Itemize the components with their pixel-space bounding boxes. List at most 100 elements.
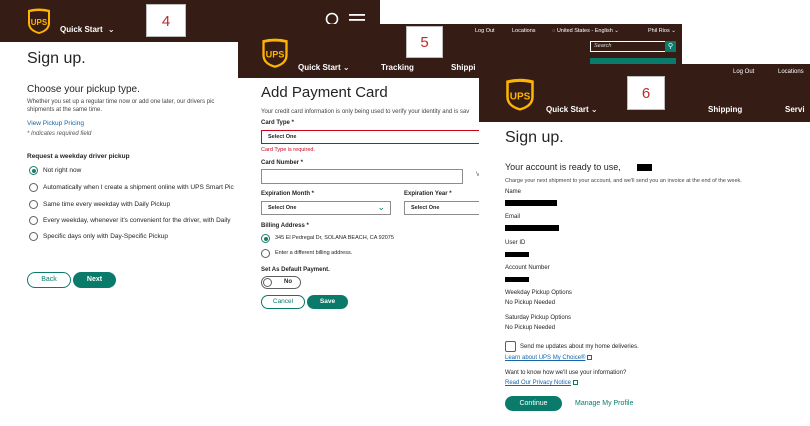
nav-label: Quick Start xyxy=(546,105,589,114)
step-number-4: 4 xyxy=(146,4,186,37)
log-out-link[interactable]: Log Out xyxy=(733,69,754,75)
chevron-down-icon: ⌄ xyxy=(342,63,350,72)
locations-link[interactable]: Locations xyxy=(778,69,804,75)
nav-shipping[interactable]: Shipping xyxy=(708,105,742,114)
description-line-2: shipments at the same time. xyxy=(27,107,103,113)
globe-icon: ◌ xyxy=(552,28,556,34)
account-number-label: Account Number xyxy=(505,265,550,271)
user-name: Phil Rios xyxy=(648,28,670,34)
expiration-month-value: Select One xyxy=(268,205,297,211)
expiration-year-value: Select One xyxy=(411,205,440,211)
expiration-month-label: Expiration Month * xyxy=(261,191,314,197)
card-number-input[interactable] xyxy=(261,169,463,184)
ups-logo[interactable]: UPS xyxy=(261,38,289,69)
cancel-button[interactable]: Cancel xyxy=(261,295,305,309)
card-type-value: Select One xyxy=(268,134,297,140)
default-payment-toggle[interactable]: No xyxy=(261,276,301,289)
name-label: Name xyxy=(505,189,522,195)
radio-button[interactable] xyxy=(29,232,38,241)
billing-option-label: Enter a different billing address. xyxy=(275,250,353,256)
radio-label: Specific days only with Day-Specific Pic… xyxy=(43,233,168,240)
next-button[interactable]: Next xyxy=(73,272,116,288)
privacy-question: Want to know how we'll use your informat… xyxy=(505,370,627,376)
weekday-pickup-label: Weekday Pickup Options xyxy=(505,290,572,296)
toggle-knob xyxy=(263,278,272,287)
expiration-month-select[interactable]: Select One ⌄ xyxy=(261,201,391,215)
chevron-down-icon: ⌄ xyxy=(107,25,115,34)
pickup-question: Request a weekday driver pickup xyxy=(27,153,130,160)
updates-label: Send me updates about my home deliveries… xyxy=(520,344,639,350)
radio-button[interactable] xyxy=(29,216,38,225)
toggle-value: No xyxy=(284,279,292,285)
ups-logo[interactable]: UPS xyxy=(505,78,535,112)
radio-button-selected[interactable] xyxy=(29,166,38,175)
description-line-1: Whether you set up a regular time now or… xyxy=(27,99,215,105)
expiration-year-label: Expiration Year * xyxy=(404,191,452,197)
privacy-notice-link[interactable]: Read Our Privacy Notice xyxy=(505,380,579,387)
chevron-down-icon: ⌄ xyxy=(377,202,385,212)
log-out-link[interactable]: Log Out xyxy=(475,28,495,34)
radio-label: Every weekday, whenever it's convenient … xyxy=(43,217,231,224)
search-bar[interactable]: Search ⚲ xyxy=(590,41,676,52)
search-input[interactable]: Search xyxy=(594,43,611,49)
page-title: Sign up. xyxy=(505,129,564,146)
chevron-down-icon: ⌄ xyxy=(590,105,598,114)
billing-option-label: 345 El Pedregal Dr, SOLANA BEACH, CA 920… xyxy=(275,235,394,241)
nav-shipping[interactable]: Shippi xyxy=(451,63,475,72)
learn-my-choice-link[interactable]: Learn about UPS My Choice® xyxy=(505,355,593,361)
saturday-pickup-label: Saturday Pickup Options xyxy=(505,315,572,321)
expiration-year-select[interactable]: Select One xyxy=(404,201,486,215)
account-ready-heading: Your account is ready to use, xyxy=(505,162,621,172)
nav-quick-start[interactable]: Quick Start ⌄ xyxy=(298,63,350,72)
radio-button[interactable] xyxy=(261,249,270,258)
page-title: Sign up. xyxy=(27,50,86,67)
saturday-pickup-value: No Pickup Needed xyxy=(505,325,556,331)
external-link-icon xyxy=(587,355,593,360)
privacy-notice-text: Read Our Privacy Notice xyxy=(505,380,572,387)
nav-quick-start[interactable]: Quick Start ⌄ xyxy=(546,105,598,114)
radio-button[interactable] xyxy=(29,200,38,209)
user-menu[interactable]: Phil Rios ⌄ xyxy=(648,28,676,34)
manage-profile-link[interactable]: Manage My Profile xyxy=(575,400,633,407)
radio-label: Not right now xyxy=(43,167,82,174)
user-id-label: User ID xyxy=(505,240,526,246)
ups-logo-text: UPS xyxy=(266,50,285,60)
external-link-icon xyxy=(573,380,579,385)
ups-logo[interactable]: UPS xyxy=(27,8,51,35)
redacted-first-name xyxy=(637,164,652,171)
radio-button-selected[interactable] xyxy=(261,234,270,243)
section-subtitle: Choose your pickup type. xyxy=(27,84,140,95)
card-type-select[interactable]: Select One xyxy=(261,130,486,144)
page-title: Add Payment Card xyxy=(261,84,388,101)
card-type-error: Card Type is required. xyxy=(261,147,316,153)
redacted-name-value xyxy=(505,200,557,206)
radio-button[interactable] xyxy=(29,183,38,192)
nav-services[interactable]: Servi xyxy=(785,105,805,114)
step-number-6: 6 xyxy=(627,76,665,110)
nav-label: Quick Start xyxy=(298,63,341,72)
continue-button[interactable]: Continue xyxy=(505,396,562,411)
card-type-label: Card Type * xyxy=(261,120,294,126)
account-ready-text: Your account is ready to use, xyxy=(505,162,621,172)
redacted-email-value xyxy=(505,225,559,231)
default-payment-label: Set As Default Payment. xyxy=(261,267,330,273)
chevron-down-icon: ⌄ xyxy=(671,28,676,34)
ups-logo-text: UPS xyxy=(510,91,531,102)
save-button[interactable]: Save xyxy=(307,295,348,309)
weekday-pickup-value: No Pickup Needed xyxy=(505,300,556,306)
email-label: Email xyxy=(505,214,521,220)
language-label: United States - English xyxy=(556,28,613,34)
back-button[interactable]: Back xyxy=(27,272,71,288)
ups-logo-text: UPS xyxy=(31,18,48,27)
language-selector[interactable]: ◌ United States - English ⌄ xyxy=(552,28,619,34)
search-submit-icon[interactable]: ⚲ xyxy=(665,41,676,52)
locations-link[interactable]: Locations xyxy=(512,28,536,34)
charge-note: Charge your next shipment to your accoun… xyxy=(505,178,742,184)
redacted-account-number xyxy=(505,277,529,282)
view-pickup-pricing-link[interactable]: View Pickup Pricing xyxy=(27,120,84,127)
nav-quick-start[interactable]: Quick Start ⌄ xyxy=(60,25,115,34)
radio-label: Same time every weekday with Daily Picku… xyxy=(43,201,171,208)
updates-checkbox[interactable] xyxy=(505,341,516,352)
nav-tracking[interactable]: Tracking xyxy=(381,63,414,72)
chevron-down-icon: ⌄ xyxy=(614,28,619,34)
